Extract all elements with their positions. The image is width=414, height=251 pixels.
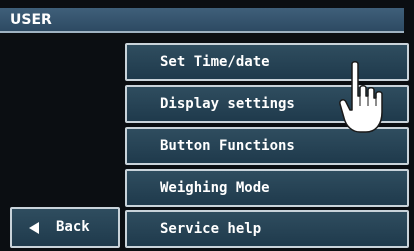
menu-item-label: Weighing Mode	[160, 180, 270, 196]
device-screen: USER Set Time/date Display settings Butt…	[0, 0, 414, 251]
menu-item-label: Button Functions	[160, 138, 295, 154]
menu-item-label: Service help	[160, 221, 262, 237]
back-button[interactable]: Back	[10, 207, 120, 248]
back-label: Back	[56, 219, 90, 235]
pointing-hand-icon	[339, 61, 383, 133]
title-bar: USER	[0, 8, 404, 33]
service-help-button[interactable]: Service help	[125, 210, 409, 248]
left-triangle-icon	[29, 222, 39, 234]
weighing-mode-button[interactable]: Weighing Mode	[125, 169, 409, 207]
menu-item-label: Set Time/date	[160, 54, 270, 70]
page-title: USER	[10, 12, 52, 28]
menu-item-label: Display settings	[160, 96, 295, 112]
